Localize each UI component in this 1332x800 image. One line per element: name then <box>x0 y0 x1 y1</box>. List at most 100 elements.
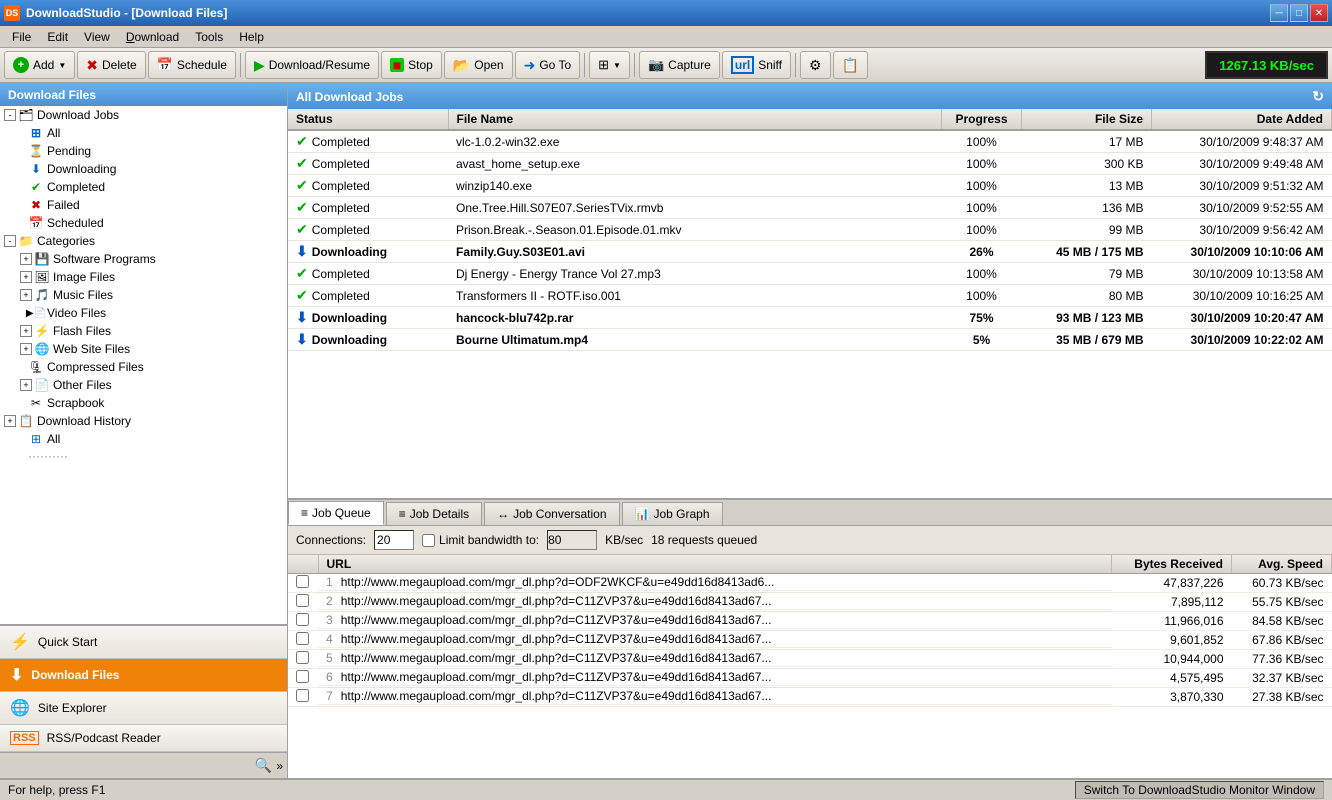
add-button[interactable]: + Add ▼ <box>4 51 75 79</box>
col-progress[interactable]: Progress <box>942 109 1022 130</box>
download-table-wrap[interactable]: Status File Name Progress File Size Date… <box>288 109 1332 498</box>
tree-item-completed[interactable]: ✔ Completed <box>0 178 287 196</box>
menu-tools[interactable]: Tools <box>187 28 231 46</box>
menu-edit[interactable]: Edit <box>39 28 76 46</box>
tree-item-image[interactable]: + 🖼 Image Files <box>0 268 287 286</box>
conn-table-row[interactable]: 5http://www.megaupload.com/mgr_dl.php?d=… <box>288 650 1332 669</box>
col-status[interactable]: Status <box>288 109 448 130</box>
tree-item-all[interactable]: ⊞ All <box>0 124 287 142</box>
limit-bandwidth-checkbox[interactable] <box>422 534 435 547</box>
expand-categories[interactable]: - <box>4 235 16 247</box>
table-row[interactable]: ✔ Completed winzip140.exe 100% 13 MB 30/… <box>288 175 1332 197</box>
conn-table-row[interactable]: 2http://www.megaupload.com/mgr_dl.php?d=… <box>288 593 1332 612</box>
table-row[interactable]: ✔ Completed vlc-1.0.2-win32.exe 100% 17 … <box>288 130 1332 153</box>
sidebar-tree[interactable]: - 🗂 Download Jobs ⊞ All ⏳ Pending ⬇ Down… <box>0 106 287 624</box>
table-row[interactable]: ⬇ Downloading Bourne Ultimatum.mp4 5% 35… <box>288 329 1332 351</box>
grid-dropdown-icon[interactable]: ▼ <box>613 61 621 70</box>
expand-web[interactable]: + <box>20 343 32 355</box>
connections-input[interactable] <box>374 530 414 550</box>
cell-conn-checkbox[interactable] <box>288 669 318 688</box>
menu-view[interactable]: View <box>76 28 118 46</box>
table-row[interactable]: ✔ Completed Dj Energy - Energy Trance Vo… <box>288 263 1332 285</box>
tree-item-flash[interactable]: + ⚡ Flash Files <box>0 322 287 340</box>
add-dropdown-icon[interactable]: ▼ <box>58 61 66 70</box>
col-filesize[interactable]: File Size <box>1022 109 1152 130</box>
cell-conn-checkbox[interactable] <box>288 688 318 707</box>
tree-item-all-history[interactable]: ⊞ All <box>0 430 287 448</box>
table-row[interactable]: ✔ Completed One.Tree.Hill.S07E07.SeriesT… <box>288 197 1332 219</box>
col-conn-url[interactable]: URL <box>318 555 1112 574</box>
tree-item-compressed[interactable]: 🗜 Compressed Files <box>0 358 287 376</box>
cell-conn-checkbox[interactable] <box>288 631 318 650</box>
delete-button[interactable]: ✖ Delete <box>77 51 145 79</box>
tree-item-scrapbook[interactable]: ✂ Scrapbook <box>0 394 287 412</box>
tree-item-failed[interactable]: ✖ Failed <box>0 196 287 214</box>
conn-table-row[interactable]: 4http://www.megaupload.com/mgr_dl.php?d=… <box>288 631 1332 650</box>
conn-table-wrap[interactable]: URL Bytes Received Avg. Speed 1http://ww… <box>288 555 1332 778</box>
table-row[interactable]: ✔ Completed avast_home_setup.exe 100% 30… <box>288 153 1332 175</box>
content-refresh-icon[interactable]: ↻ <box>1312 88 1324 105</box>
col-conn-num[interactable] <box>288 555 318 574</box>
conn-table-row[interactable]: 1http://www.megaupload.com/mgr_dl.php?d=… <box>288 574 1332 593</box>
goto-button[interactable]: ➜ Go To <box>515 51 581 79</box>
tab-job-graph[interactable]: 📊 Job Graph <box>622 502 723 525</box>
conn-table-row[interactable]: 7http://www.megaupload.com/mgr_dl.php?d=… <box>288 688 1332 707</box>
sniff-button[interactable]: url Sniff <box>722 51 791 79</box>
tree-item-download-history[interactable]: + 📋 Download History <box>0 412 287 430</box>
settings-button[interactable]: ⚙ <box>800 51 831 79</box>
expand-history[interactable]: + <box>4 415 16 427</box>
conn-table-row[interactable]: 6http://www.megaupload.com/mgr_dl.php?d=… <box>288 669 1332 688</box>
tree-item-music[interactable]: + 🎵 Music Files <box>0 286 287 304</box>
tree-item-download-jobs[interactable]: - 🗂 Download Jobs <box>0 106 287 124</box>
search-icon[interactable]: 🔍 <box>255 757 272 774</box>
menu-help[interactable]: Help <box>231 28 272 46</box>
cell-conn-checkbox[interactable] <box>288 574 318 593</box>
sidebar-nav-site-explorer[interactable]: 🌐 Site Explorer <box>0 692 287 725</box>
minimize-button[interactable]: ─ <box>1270 4 1288 22</box>
grid-button[interactable]: ⊞ ▼ <box>589 51 630 79</box>
expand-music[interactable]: + <box>20 289 32 301</box>
schedule-button[interactable]: 📅 Schedule <box>148 51 236 79</box>
menu-download[interactable]: Download <box>118 28 187 46</box>
expand-other[interactable]: + <box>20 379 32 391</box>
bandwidth-input[interactable] <box>547 530 597 550</box>
maximize-button[interactable]: □ <box>1290 4 1308 22</box>
col-conn-speed[interactable]: Avg. Speed <box>1232 555 1332 574</box>
col-filename[interactable]: File Name <box>448 109 942 130</box>
clipboard-button[interactable]: 📋 <box>833 51 868 79</box>
stop-button[interactable]: ■ Stop <box>381 51 442 79</box>
table-row[interactable]: ✔ Completed Prison.Break.-.Season.01.Epi… <box>288 219 1332 241</box>
col-date[interactable]: Date Added <box>1152 109 1332 130</box>
capture-button[interactable]: 📷 Capture <box>639 51 720 79</box>
sidebar-nav-download-files[interactable]: ⬇ Download Files <box>0 659 287 692</box>
tab-job-details[interactable]: ≡ Job Details <box>386 502 482 525</box>
table-row[interactable]: ✔ Completed Transformers II - ROTF.iso.0… <box>288 285 1332 307</box>
close-button[interactable]: ✕ <box>1310 4 1328 22</box>
tree-item-pending[interactable]: ⏳ Pending <box>0 142 287 160</box>
tab-job-queue[interactable]: ≡ Job Queue <box>288 501 384 525</box>
tree-item-video[interactable]: ▶📄 Video Files <box>0 304 287 322</box>
open-button[interactable]: 📂 Open <box>444 51 513 79</box>
tree-item-downloading[interactable]: ⬇ Downloading <box>0 160 287 178</box>
tab-job-conversation[interactable]: ↔ Job Conversation <box>484 502 619 525</box>
status-right[interactable]: Switch To DownloadStudio Monitor Window <box>1075 781 1324 799</box>
cell-conn-checkbox[interactable] <box>288 593 318 612</box>
cell-conn-checkbox[interactable] <box>288 650 318 669</box>
cell-conn-checkbox[interactable] <box>288 612 318 631</box>
download-resume-button[interactable]: ▶ Download/Resume <box>245 51 379 79</box>
tree-item-software[interactable]: + 💾 Software Programs <box>0 250 287 268</box>
tree-item-categories[interactable]: - 📁 Categories <box>0 232 287 250</box>
tree-item-web[interactable]: + 🌐 Web Site Files <box>0 340 287 358</box>
expand-download-jobs[interactable]: - <box>4 109 16 121</box>
expand-image[interactable]: + <box>20 271 32 283</box>
tree-item-scheduled[interactable]: 📅 Scheduled <box>0 214 287 232</box>
expand-flash[interactable]: + <box>20 325 32 337</box>
tree-item-other[interactable]: + 📄 Other Files <box>0 376 287 394</box>
conn-table-row[interactable]: 3http://www.megaupload.com/mgr_dl.php?d=… <box>288 612 1332 631</box>
table-row[interactable]: ⬇ Downloading Family.Guy.S03E01.avi 26% … <box>288 241 1332 263</box>
expand-software[interactable]: + <box>20 253 32 265</box>
col-conn-bytes[interactable]: Bytes Received <box>1112 555 1232 574</box>
sidebar-nav-rss[interactable]: RSS RSS/Podcast Reader <box>0 725 287 752</box>
table-row[interactable]: ⬇ Downloading hancock-blu742p.rar 75% 93… <box>288 307 1332 329</box>
sidebar-nav-quick-start[interactable]: ⚡ Quick Start <box>0 626 287 659</box>
